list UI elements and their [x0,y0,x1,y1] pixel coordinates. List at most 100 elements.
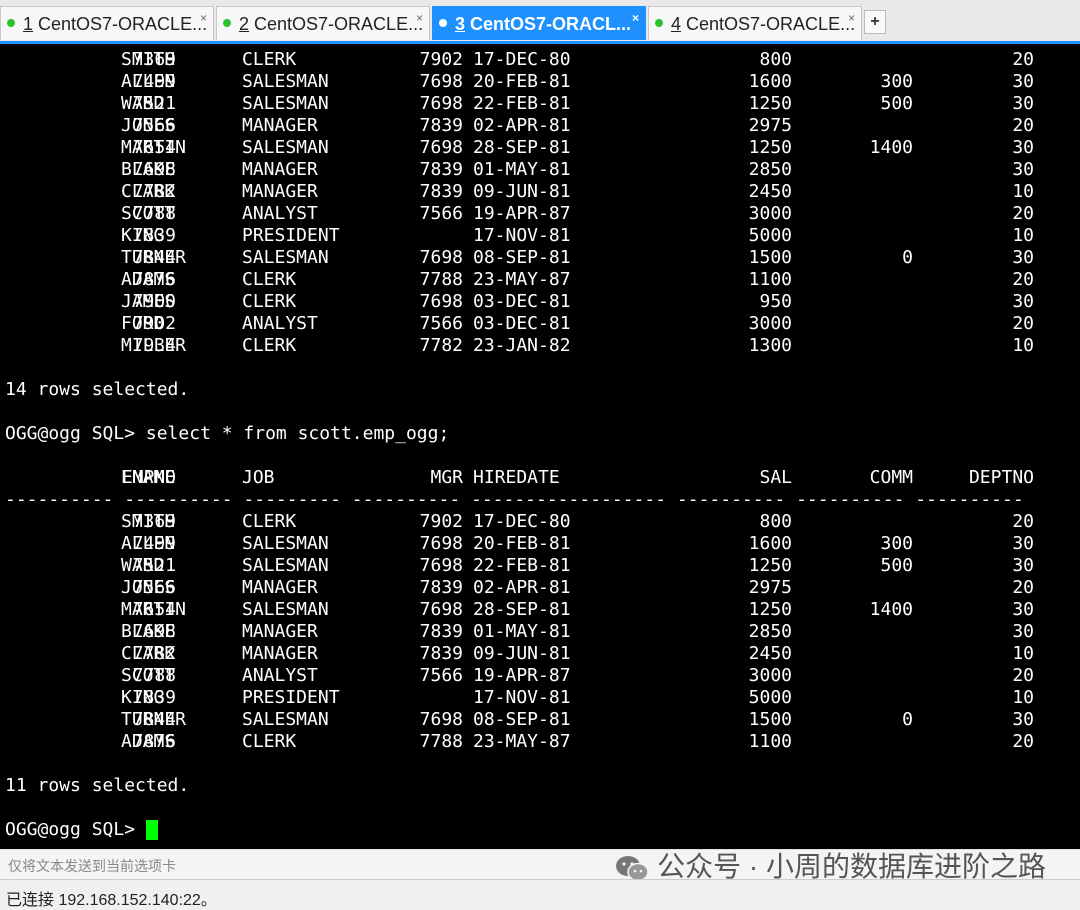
rows-selected-summary: 14 rows selected. [5,379,190,400]
cell-job: ANALYST [242,203,318,224]
table-row: 7782 CLARK MANAGER 7839 09-JUN-81 2450 10 [0,643,1080,665]
cell-job: SALESMAN [242,533,329,554]
cell-deptno: 20 [1012,203,1034,224]
cell-deptno: 30 [1012,709,1034,730]
header-separator: ---------- ---------- --------- --------… [5,489,1024,510]
cell-job: SALESMAN [242,137,329,158]
cell-ename: CLARK [121,643,176,664]
cell-mgr: 7788 [419,731,463,752]
cell-ename: SMITH [121,511,176,532]
cell-hiredate: 20-FEB-81 [473,533,571,554]
cell-deptno: 20 [1012,577,1034,598]
table-row: 7566 JONES MANAGER 7839 02-APR-81 2975 20 [0,115,1080,137]
cell-comm: 1400 [869,137,913,158]
cell-sal: 1500 [748,247,792,268]
close-icon[interactable]: × [200,7,207,35]
cell-deptno: 10 [1012,225,1034,246]
column-headers: EMPNO ENAME JOB MGR HIREDATE SAL COMM DEPTNO [0,467,1080,489]
cell-job: SALESMAN [242,709,329,730]
table-row: 7839 KING PRESIDENT 17-NOV-81 5000 10 [0,687,1080,709]
cell-sal: 2450 [748,181,792,202]
terminal-cursor [145,820,158,840]
connected-dot-icon [7,19,15,28]
cell-comm: 500 [880,555,913,576]
table-row: 7698 BLAKE MANAGER 7839 01-MAY-81 2850 30 [0,159,1080,181]
cell-job: PRESIDENT [242,687,340,708]
cell-job: MANAGER [242,621,318,642]
cell-job: CLERK [242,49,297,70]
cell-ename: ALLEN [121,71,176,92]
tab-session-1[interactable]: 1 CentOS7-ORACLE... × [0,6,214,40]
table-row: 7782 CLARK MANAGER 7839 09-JUN-81 2450 10 [0,181,1080,203]
cell-comm: 1400 [869,599,913,620]
connected-dot-icon [439,19,447,28]
cell-sal: 800 [759,49,792,70]
close-icon[interactable]: × [632,7,639,35]
cell-ename: JAMES [121,291,176,312]
cell-deptno: 20 [1012,665,1034,686]
cell-hiredate: 02-APR-81 [473,577,571,598]
tab-session-2[interactable]: 2 CentOS7-ORACLE... × [216,6,430,40]
cell-ename: ENAME [121,467,176,488]
cell-job: CLERK [242,335,297,356]
cell-mgr: 7698 [419,247,463,268]
cell-comm: 0 [902,709,913,730]
tab-session-4[interactable]: 4 CentOS7-ORACLE... × [648,6,862,40]
cell-sal: 1250 [748,555,792,576]
tab-label: CentOS7-ORACLE... [681,14,856,34]
cell-ename: TURNER [121,247,187,268]
cell-hiredate: 19-APR-87 [473,665,571,686]
cell-deptno: 20 [1012,313,1034,334]
tab-number: 4 [671,14,682,34]
close-icon[interactable]: × [416,7,423,35]
close-icon[interactable]: × [848,7,855,35]
cell-ename: JONES [121,577,176,598]
cell-hiredate: 22-FEB-81 [473,555,571,576]
cell-deptno: 20 [1012,49,1034,70]
cell-deptno: 30 [1012,291,1034,312]
cell-deptno: 20 [1012,511,1034,532]
cell-job: CLERK [242,731,297,752]
cell-job: ANALYST [242,313,318,334]
send-input-placeholder: 仅将文本发送到当前选项卡 [8,858,176,874]
cell-mgr: 7839 [419,181,463,202]
cell-job: MANAGER [242,577,318,598]
table-row: 7788 SCOTT ANALYST 7566 19-APR-87 3000 20 [0,203,1080,225]
cell-mgr: 7698 [419,709,463,730]
cell-sal: 1250 [748,599,792,620]
cell-sal: 2850 [748,159,792,180]
cell-comm: 300 [880,71,913,92]
cell-sal: 950 [759,291,792,312]
cell-hiredate: 28-SEP-81 [473,599,571,620]
new-tab-button[interactable]: + [864,10,886,34]
send-input-bar[interactable]: 仅将文本发送到当前选项卡 公众号 · 小周的数据库进阶之路 [0,849,1080,882]
cell-ename: WARD [121,555,165,576]
cell-mgr: 7839 [419,115,463,136]
cell-mgr: 7839 [419,577,463,598]
cell-job: MANAGER [242,115,318,136]
cell-hiredate: HIREDATE [473,467,560,488]
cell-job: ANALYST [242,665,318,686]
table-row: 7788 SCOTT ANALYST 7566 19-APR-87 3000 20 [0,665,1080,687]
table-row: 7499 ALLEN SALESMAN 7698 20-FEB-81 1600 300 30 [0,533,1080,555]
cell-hiredate: 01-MAY-81 [473,159,571,180]
connected-dot-icon [223,19,231,28]
watermark-text: 公众号 · 小周的数据库进阶之路 [657,851,1046,882]
tab-session-3[interactable]: 3 CentOS7-ORACL... × [432,6,646,40]
cell-mgr: 7839 [419,643,463,664]
cell-sal: 3000 [748,203,792,224]
cell-ename: WARD [121,93,165,114]
cell-hiredate: 02-APR-81 [473,115,571,136]
tab-number: 3 [455,14,466,34]
status-bar: 已连接 192.168.152.140:22。 [0,879,1080,910]
table-row: 7654 MARTIN SALESMAN 7698 28-SEP-81 1250 1400 3… [0,137,1080,159]
cell-job: SALESMAN [242,247,329,268]
terminal-output[interactable]: 7369 SMITH CLERK 7902 17-DEC-80 800 20 7499 ALLE… [0,44,1080,849]
cell-ename: ADAMS [121,269,176,290]
tab-bar: 1 CentOS7-ORACLE... × 2 CentOS7-ORACLE..… [0,0,1080,44]
cell-mgr: MGR [430,467,463,488]
cell-sal: 1500 [748,709,792,730]
cell-ename: ALLEN [121,533,176,554]
table-row: 7902 FORD ANALYST 7566 03-DEC-81 3000 20 [0,313,1080,335]
table-row: 7839 KING PRESIDENT 17-NOV-81 5000 10 [0,225,1080,247]
